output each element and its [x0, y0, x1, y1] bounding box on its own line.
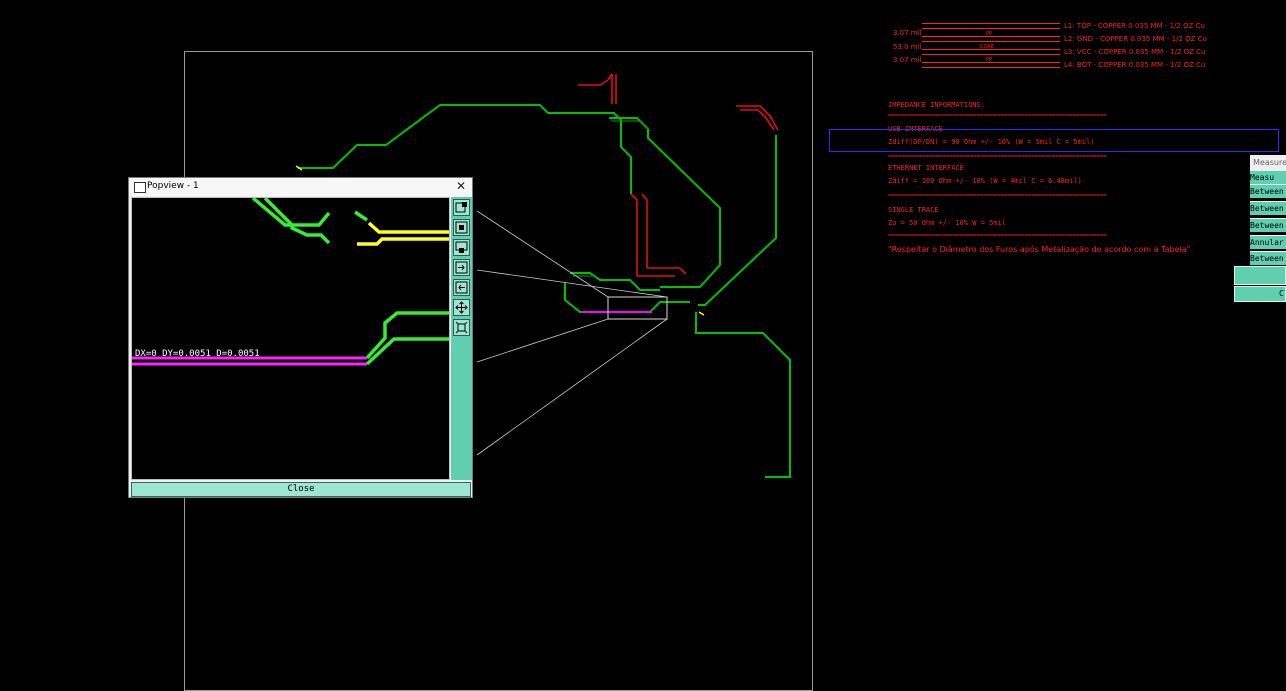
- eth-value: Zdiff = 100 Ohm +/- 10% (W = 4mil C = 6.…: [888, 177, 1082, 185]
- popview-title: Popview - 1: [147, 181, 199, 191]
- popview-window: Popview - 1 ✕ DX=0 DY=0.0051 D=0.0051 Cl…: [128, 177, 473, 498]
- single-title: SINGLE TRACE: [888, 206, 939, 214]
- stackup-dielectric-label: PP: [986, 31, 993, 37]
- eth-title: ETHERNET INTERFACE: [888, 164, 964, 172]
- separator: ========================================…: [888, 112, 1107, 119]
- stackup-layer-name: L4: BOT - COPPER 0.035 MM - 1/2 OZ Cu: [1064, 61, 1206, 69]
- measure-close-button[interactable]: Cl: [1234, 286, 1286, 302]
- popview-titlebar[interactable]: Popview - 1 ✕: [129, 178, 472, 196]
- measure-row[interactable]: Between: [1250, 251, 1286, 265]
- popview-close-button[interactable]: Close: [131, 482, 471, 497]
- measure-row[interactable]: Between: [1250, 184, 1286, 198]
- measure-row[interactable]: Between: [1250, 201, 1286, 215]
- stackup-dielectric-label: CORE: [980, 44, 995, 50]
- popview-zoom-view[interactable]: DX=0 DY=0.0051 D=0.0051: [131, 197, 450, 480]
- stackup-thickness: 3.07 mil: [893, 29, 922, 37]
- separator: ========================================…: [888, 153, 1107, 160]
- zoomed-trace-yellow: [357, 237, 449, 246]
- measure-row[interactable]: Annular: [1250, 235, 1286, 249]
- zoom-fit-all-icon[interactable]: [453, 319, 470, 336]
- zoom-window-icon[interactable]: [453, 239, 470, 256]
- stackup-layer-name: L3: VCC - COPPER 0.035 MM - 1/2 OZ Cu: [1064, 48, 1206, 56]
- measure-panel: Measure Measu Between Between Between An…: [1250, 155, 1286, 265]
- separator: ========================================…: [888, 232, 1107, 239]
- measure-row[interactable]: Between: [1250, 218, 1286, 232]
- selection-box: [829, 129, 1279, 152]
- stackup-thickness: 3.07 mil: [893, 56, 922, 64]
- popview-app-icon: [134, 182, 146, 193]
- measure-panel-bar: [1234, 266, 1286, 285]
- zoomed-trace-green: [263, 198, 331, 245]
- popview-toolbar: [450, 197, 472, 480]
- stackup-layer-name: L2: GND - COPPER 0.035 MM - 1/2 OZ Cu: [1064, 35, 1207, 43]
- zoom-out-icon[interactable]: [453, 219, 470, 236]
- coordinate-readout: DX=0 DY=0.0051 D=0.0051: [135, 349, 260, 359]
- close-icon[interactable]: ✕: [454, 179, 468, 194]
- single-value: Zo = 50 Ohm +/- 10% W = 5mil: [888, 219, 1007, 227]
- impedance-header: IMPEDANCE INFORMATIONS:: [888, 101, 985, 109]
- measure-panel-title: Measure: [1250, 155, 1286, 170]
- separator: ========================================…: [888, 192, 1107, 199]
- stackup-thickness: 53.0 mil: [893, 43, 922, 51]
- zoom-in-icon[interactable]: [453, 199, 470, 216]
- stackup-layer-bar: [922, 23, 1060, 29]
- zoomed-trace-yellow: [367, 221, 449, 234]
- zoomed-trace-green: [354, 210, 368, 222]
- measure-row[interactable]: Measu: [1250, 170, 1286, 184]
- stackup-dielectric-label: PP: [986, 57, 993, 63]
- fit-in-icon[interactable]: [453, 259, 470, 276]
- zoomed-trace-green: [251, 198, 331, 227]
- fit-out-icon[interactable]: [453, 279, 470, 296]
- stackup-layer-name: L1: TOP - COPPER 0.035 MM - 1/2 OZ Cu: [1064, 22, 1205, 30]
- pan-icon[interactable]: [453, 299, 470, 316]
- drill-note: "Respeitar o Diâmetro dos Furos após Met…: [888, 245, 1191, 254]
